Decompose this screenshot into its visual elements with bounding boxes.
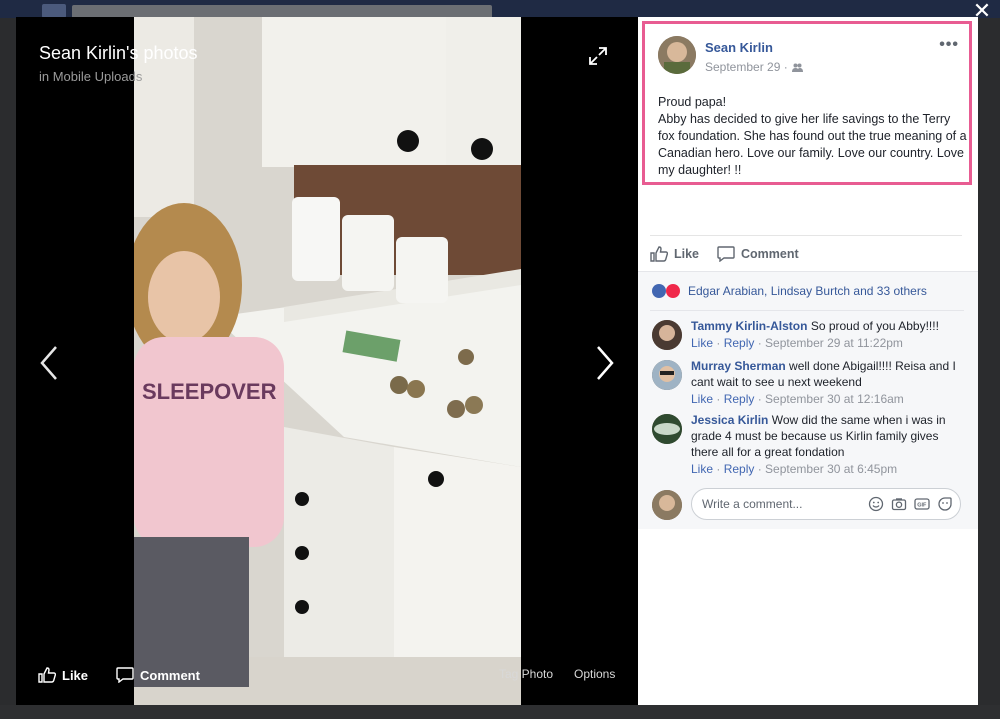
- photo-actions-bar: Like Comment Tag Photo Options: [16, 653, 638, 705]
- emoji-icon[interactable]: [868, 496, 884, 512]
- comment-composer: GIF: [652, 488, 972, 522]
- comment-time[interactable]: September 30 at 6:45pm: [765, 462, 897, 476]
- like-label: Like: [674, 246, 700, 261]
- photo: SLEEPOVER: [134, 17, 521, 705]
- author-avatar-image: [658, 36, 696, 74]
- thumbs-up-icon: [38, 667, 56, 683]
- comment-reply-link[interactable]: Reply: [724, 462, 755, 476]
- thumbs-up-icon: [650, 245, 668, 262]
- photo-comment-label: Comment: [140, 667, 200, 683]
- comment-like-link[interactable]: Like: [691, 392, 713, 406]
- comment-label: Comment: [741, 246, 799, 261]
- comment-meta: Like · Reply · September 30 at 12:16am: [691, 392, 904, 406]
- like-reaction-icon: [652, 284, 666, 298]
- commenter-name[interactable]: Murray Sherman: [691, 359, 786, 373]
- previous-arrow-icon[interactable]: [36, 343, 60, 383]
- comment-reply-link[interactable]: Reply: [724, 392, 755, 406]
- avatar[interactable]: [658, 36, 696, 74]
- chat-bar: [0, 705, 1000, 719]
- album-subtitle[interactable]: in Mobile Uploads: [39, 69, 142, 84]
- comment-button[interactable]: Comment: [717, 245, 799, 262]
- commenter-avatar-image: [652, 320, 682, 350]
- more-options-icon[interactable]: •••: [939, 36, 959, 54]
- commenter-avatar[interactable]: [652, 320, 682, 350]
- photo-like-label: Like: [62, 667, 89, 683]
- photo-like-button[interactable]: Like: [38, 667, 88, 683]
- comment-reply-link[interactable]: Reply: [724, 336, 755, 350]
- post-author[interactable]: Sean Kirlin: [705, 40, 773, 55]
- commenter-name[interactable]: Jessica Kirlin: [691, 413, 768, 427]
- comment-meta: Like · Reply · September 29 at 11:22pm: [691, 336, 903, 350]
- comment-icon: [717, 245, 735, 262]
- tag-photo-link[interactable]: Tag Photo: [499, 667, 553, 681]
- current-user-avatar-image: [652, 490, 682, 520]
- options-link[interactable]: Options: [574, 667, 615, 681]
- comment-like-link[interactable]: Like: [691, 462, 713, 476]
- comment-time[interactable]: September 29 at 11:22pm: [765, 336, 903, 350]
- commenter-name[interactable]: Tammy Kirlin-Alston: [691, 319, 807, 333]
- reactions-summary[interactable]: Edgar Arabian, Lindsay Burtch and 33 oth…: [652, 284, 927, 298]
- post-text: Proud papa! Abby has decided to give her…: [658, 95, 967, 177]
- friends-audience-icon: [791, 63, 803, 72]
- divider: [650, 310, 964, 311]
- reaction-names[interactable]: Edgar Arabian, Lindsay Burtch and 33 oth…: [688, 284, 927, 298]
- post-date[interactable]: September 29 ·: [705, 60, 803, 74]
- sticker-icon[interactable]: [937, 496, 953, 512]
- commenter-avatar[interactable]: [652, 414, 682, 444]
- photo-image: SLEEPOVER: [134, 17, 521, 705]
- comment-icon: [116, 667, 134, 683]
- current-user-avatar[interactable]: [652, 490, 682, 520]
- comment-body: Murray Sherman well done Abigail!!!! Rei…: [691, 358, 963, 407]
- composer-icons: GIF: [868, 496, 953, 512]
- comments-section: Edgar Arabian, Lindsay Burtch and 33 oth…: [638, 271, 978, 529]
- post-panel: Sean Kirlin September 29 · ••• Proud pap…: [638, 17, 978, 705]
- post-date-text: September 29 ·: [705, 60, 788, 74]
- photo-album-title[interactable]: Sean Kirlin's photos: [39, 43, 198, 64]
- post-highlight-box: Sean Kirlin September 29 · ••• Proud pap…: [642, 21, 972, 185]
- camera-icon[interactable]: [891, 496, 907, 512]
- like-button[interactable]: Like: [650, 245, 700, 262]
- love-reaction-icon: [666, 284, 680, 298]
- comment-text: So proud of you Abby!!!!: [810, 319, 939, 333]
- comment-time[interactable]: September 30 at 12:16am: [765, 392, 904, 406]
- fullscreen-icon[interactable]: [588, 46, 608, 66]
- post-actions: Like Comment: [650, 235, 962, 271]
- commenter-avatar[interactable]: [652, 360, 682, 390]
- svg-text:SLEEPOVER: SLEEPOVER: [142, 379, 277, 404]
- comment-body: Jessica Kirlin Wow did the same when i w…: [691, 412, 963, 477]
- comment-meta: Like · Reply · September 30 at 6:45pm: [691, 462, 898, 476]
- comment-like-link[interactable]: Like: [691, 336, 713, 350]
- commenter-avatar-image: [652, 360, 682, 390]
- photo-comment-button[interactable]: Comment: [116, 667, 200, 683]
- next-arrow-icon[interactable]: [594, 343, 618, 383]
- gif-icon[interactable]: GIF: [914, 496, 930, 512]
- commenter-avatar-image: [652, 414, 682, 444]
- comment-body: Tammy Kirlin-Alston So proud of you Abby…: [691, 318, 963, 351]
- photo-viewer: SLEEPOVER Sean Kirlin's photos in Mobile…: [16, 17, 638, 705]
- svg-text:GIF: GIF: [917, 503, 927, 509]
- facebook-logo: [42, 4, 66, 18]
